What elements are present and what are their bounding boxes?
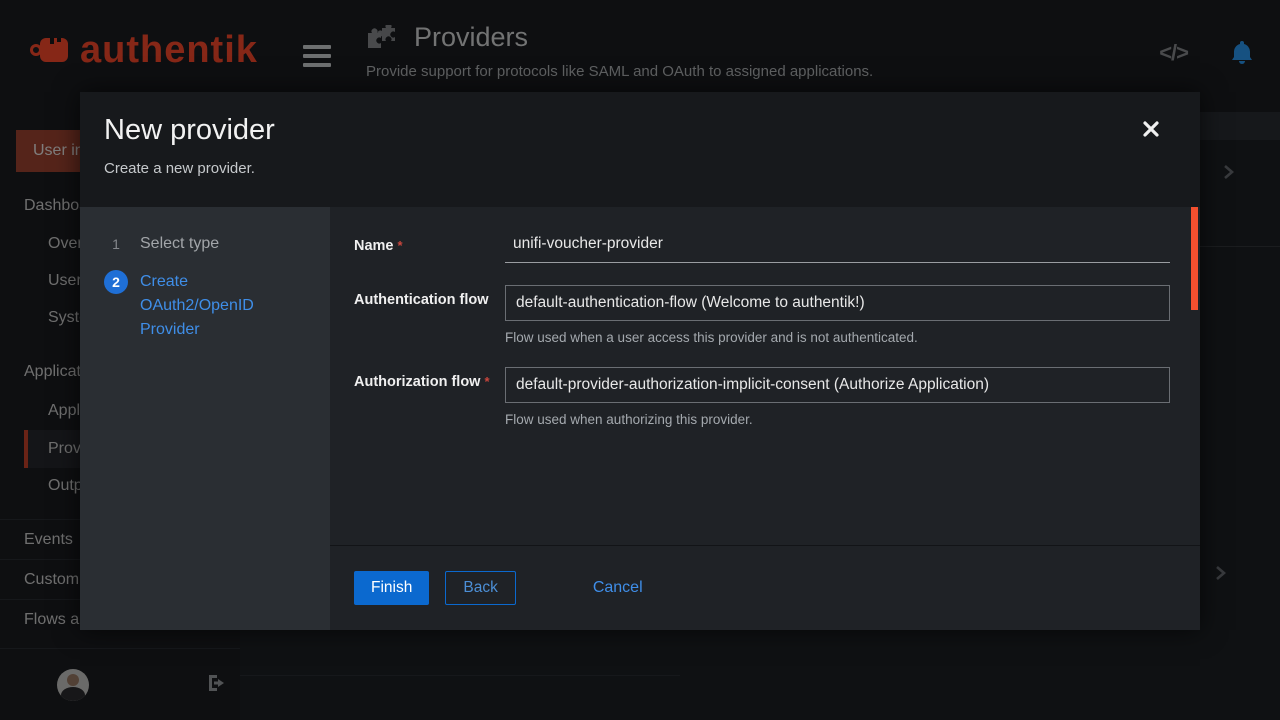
name-label: Name*	[354, 231, 505, 263]
step-label: Select type	[140, 232, 260, 256]
wizard-step-select-type[interactable]: 1 Select type	[104, 232, 260, 256]
form-row-authorization-flow: Authorization flow* Flow used when autho…	[354, 367, 1170, 427]
wizard-steps-nav: 1 Select type 2 Create OAuth2/OpenID Pro…	[80, 207, 330, 630]
authorization-flow-help: Flow used when authorizing this provider…	[505, 412, 1170, 427]
wizard-form-body: Name* Authentication flow Flow used when…	[330, 207, 1200, 545]
authentication-flow-select[interactable]	[505, 285, 1170, 321]
authorization-flow-select[interactable]	[505, 367, 1170, 403]
required-asterisk: *	[398, 238, 403, 253]
authentication-flow-help: Flow used when a user access this provid…	[505, 330, 1170, 345]
new-provider-modal: New provider Create a new provider. 1 Se…	[80, 92, 1200, 630]
form-row-name: Name*	[354, 231, 1170, 263]
step-number: 1	[104, 232, 128, 256]
cancel-button[interactable]: Cancel	[576, 571, 660, 605]
name-input[interactable]	[505, 231, 1170, 263]
step-label: Create OAuth2/OpenID Provider	[140, 270, 260, 342]
back-button[interactable]: Back	[445, 571, 515, 605]
authentication-flow-label: Authentication flow	[354, 285, 505, 345]
step-number: 2	[104, 270, 128, 294]
modal-header: New provider Create a new provider.	[80, 92, 1200, 207]
form-row-authentication-flow: Authentication flow Flow used when a use…	[354, 285, 1170, 345]
screen: authentik Providers Provide support for …	[0, 0, 1280, 720]
wizard-step-create-provider[interactable]: 2 Create OAuth2/OpenID Provider	[104, 270, 260, 342]
finish-button[interactable]: Finish	[354, 571, 429, 605]
modal-title: New provider	[104, 114, 275, 147]
close-icon[interactable]	[1141, 119, 1161, 139]
modal-footer: Finish Back Cancel	[330, 545, 1200, 630]
modal-description: Create a new provider.	[104, 160, 255, 177]
required-asterisk: *	[484, 374, 489, 389]
authorization-flow-label: Authorization flow*	[354, 367, 505, 427]
scrollbar-thumb[interactable]	[1191, 207, 1198, 310]
